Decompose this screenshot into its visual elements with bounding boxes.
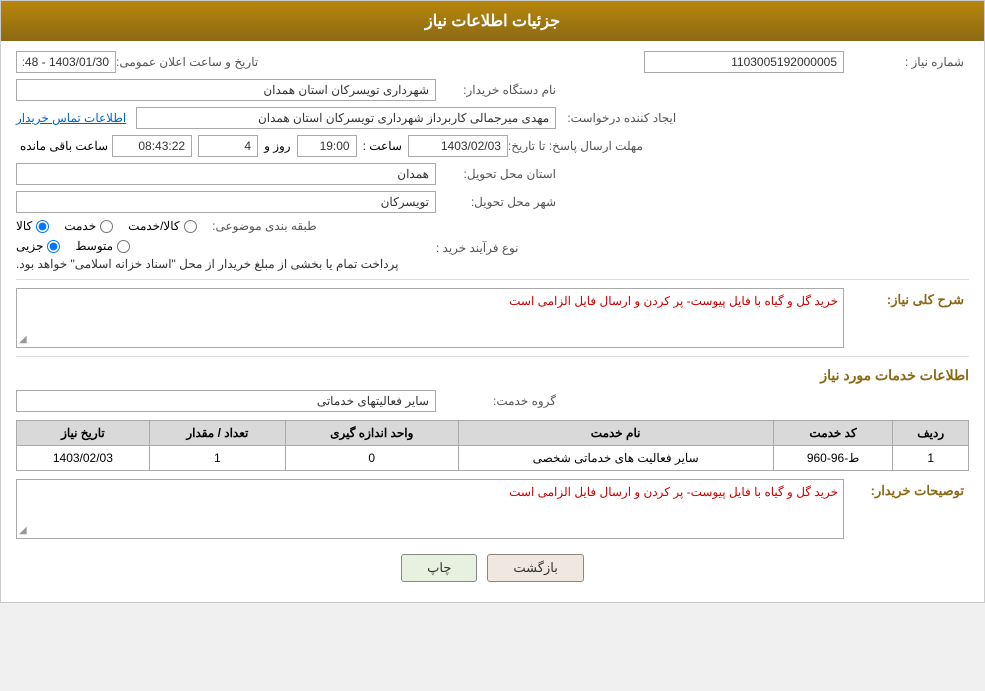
buyer-name-input[interactable] <box>16 79 436 101</box>
services-table: ردیف کد خدمت نام خدمت واحد اندازه گیری ت… <box>16 420 969 471</box>
header-title: جزئیات اطلاعات نیاز <box>425 13 560 30</box>
header-bar: جزئیات اطلاعات نیاز <box>1 1 984 41</box>
cell-name: سایر فعالیت های خدماتی شخصی <box>458 446 773 471</box>
category-kala-khadamat-radio[interactable] <box>184 220 197 233</box>
category-radio-group: کالا/خدمت خدمت کالا <box>16 219 197 233</box>
category-kala-radio[interactable] <box>36 220 49 233</box>
table-header: ردیف کد خدمت نام خدمت واحد اندازه گیری ت… <box>17 421 969 446</box>
buyer-name-row: نام دستگاه خریدار: <box>16 79 969 101</box>
description-box[interactable]: خرید گل و گیاه با فایل پیوست- پر کردن و … <box>16 288 844 348</box>
city-input[interactable] <box>16 191 436 213</box>
need-number-input[interactable] <box>644 51 844 73</box>
creator-input[interactable] <box>136 107 556 129</box>
need-number-label: شماره نیاز : <box>844 55 964 69</box>
category-khadamat-text: خدمت <box>64 219 96 233</box>
back-button[interactable]: بازگشت <box>487 554 583 582</box>
page-wrapper: جزئیات اطلاعات نیاز شماره نیاز : تاریخ و… <box>0 0 985 603</box>
table-row: 1 ط-96-960 سایر فعالیت های خدماتی شخصی 0… <box>17 446 969 471</box>
content-area: شماره نیاز : تاریخ و ساعت اعلان عمومی: ن… <box>1 41 984 602</box>
cell-quantity: 1 <box>149 446 285 471</box>
buyer-name-label: نام دستگاه خریدار: <box>436 83 556 97</box>
table-body: 1 ط-96-960 سایر فعالیت های خدماتی شخصی 0… <box>17 446 969 471</box>
buyer-desc-box[interactable]: خرید گل و گیاه با فایل پیوست- پر کردن و … <box>16 479 844 539</box>
city-row: شهر محل تحویل: <box>16 191 969 213</box>
creator-row: ایجاد کننده درخواست: اطلاعات تماس خریدار <box>16 107 969 129</box>
city-label: شهر محل تحویل: <box>436 195 556 209</box>
announce-input[interactable] <box>16 51 116 73</box>
col-date: تاریخ نیاز <box>17 421 150 446</box>
deadline-time-input[interactable] <box>297 135 357 157</box>
category-khadamat-radio[interactable] <box>100 220 113 233</box>
separator-2 <box>16 356 969 357</box>
purchase-type-jozvi-text: جزیی <box>16 239 43 253</box>
col-quantity: تعداد / مقدار <box>149 421 285 446</box>
purchase-type-note: پرداخت تمام یا بخشی از مبلغ خریدار از مح… <box>16 257 399 271</box>
col-code: کد خدمت <box>773 421 893 446</box>
purchase-type-label: نوع فرآیند خرید : <box>399 241 519 255</box>
purchase-type-motavaset-text: متوسط <box>75 239 113 253</box>
cell-unit: 0 <box>285 446 458 471</box>
col-row: ردیف <box>893 421 969 446</box>
cell-date: 1403/02/03 <box>17 446 150 471</box>
creator-link[interactable]: اطلاعات تماس خریدار <box>16 111 126 125</box>
deadline-date-input[interactable] <box>408 135 508 157</box>
col-unit: واحد اندازه گیری <box>285 421 458 446</box>
service-group-row: گروه خدمت: <box>16 390 969 412</box>
purchase-type-radio-group: متوسط جزیی <box>16 239 130 253</box>
cell-code: ط-96-960 <box>773 446 893 471</box>
deadline-label: مهلت ارسال پاسخ: تا تاریخ: <box>508 139 643 153</box>
buyer-desc-wrapper: خرید گل و گیاه با فایل پیوست- پر کردن و … <box>16 479 844 539</box>
separator-1 <box>16 279 969 280</box>
province-label: استان محل تحویل: <box>436 167 556 181</box>
description-row: شرح کلی نیاز: خرید گل و گیاه با فایل پیو… <box>16 288 969 348</box>
description-section-label: شرح کلی نیاز: <box>844 292 964 308</box>
service-group-input[interactable] <box>16 390 436 412</box>
table-header-row: ردیف کد خدمت نام خدمت واحد اندازه گیری ت… <box>17 421 969 446</box>
need-number-row: شماره نیاز : تاریخ و ساعت اعلان عمومی: <box>16 51 969 73</box>
deadline-days-label: روز و <box>264 139 291 153</box>
purchase-type-jozvi-label[interactable]: جزیی <box>16 239 60 253</box>
bottom-buttons: بازگشت چاپ <box>16 554 969 582</box>
category-row: طبقه بندی موضوعی: کالا/خدمت خدمت کالا <box>16 219 969 233</box>
cell-row: 1 <box>893 446 969 471</box>
buyer-desc-row: توصیحات خریدار: خرید گل و گیاه با فایل پ… <box>16 479 969 539</box>
print-button[interactable]: چاپ <box>401 554 477 582</box>
deadline-days-input[interactable] <box>198 135 258 157</box>
category-kala-text: کالا <box>16 219 32 233</box>
category-khadamat-label[interactable]: خدمت <box>64 219 113 233</box>
deadline-row: مهلت ارسال پاسخ: تا تاریخ: ساعت : روز و … <box>16 135 969 157</box>
category-kala-khadamat-label[interactable]: کالا/خدمت <box>128 219 196 233</box>
service-group-label: گروه خدمت: <box>436 394 556 408</box>
description-wrapper: خرید گل و گیاه با فایل پیوست- پر کردن و … <box>16 288 844 348</box>
buyer-desc-label: توصیحات خریدار: <box>844 483 964 499</box>
purchase-type-row: نوع فرآیند خرید : متوسط جزیی پرداخت تمام… <box>16 239 969 271</box>
desc-resize-icon: ◢ <box>19 334 27 345</box>
purchase-type-motavaset-label[interactable]: متوسط <box>75 239 130 253</box>
services-section-title: اطلاعات خدمات مورد نیاز <box>16 367 969 384</box>
category-kala-khadamat-text: کالا/خدمت <box>128 219 179 233</box>
category-label: طبقه بندی موضوعی: <box>197 219 317 233</box>
description-text: خرید گل و گیاه با فایل پیوست- پر کردن و … <box>509 294 838 308</box>
buyer-desc-resize-icon: ◢ <box>19 525 27 536</box>
purchase-type-jozvi-radio[interactable] <box>47 240 60 253</box>
province-input[interactable] <box>16 163 436 185</box>
col-name: نام خدمت <box>458 421 773 446</box>
deadline-time-label: ساعت : <box>363 139 402 153</box>
announce-label: تاریخ و ساعت اعلان عمومی: <box>116 55 258 69</box>
deadline-remaining-label: ساعت باقی مانده <box>20 139 108 153</box>
creator-label: ایجاد کننده درخواست: <box>556 111 676 125</box>
purchase-type-motavaset-radio[interactable] <box>117 240 130 253</box>
deadline-remaining-input[interactable] <box>112 135 192 157</box>
category-kala-label[interactable]: کالا <box>16 219 49 233</box>
province-row: استان محل تحویل: <box>16 163 969 185</box>
buyer-desc-text: خرید گل و گیاه با فایل پیوست- پر کردن و … <box>509 485 838 499</box>
